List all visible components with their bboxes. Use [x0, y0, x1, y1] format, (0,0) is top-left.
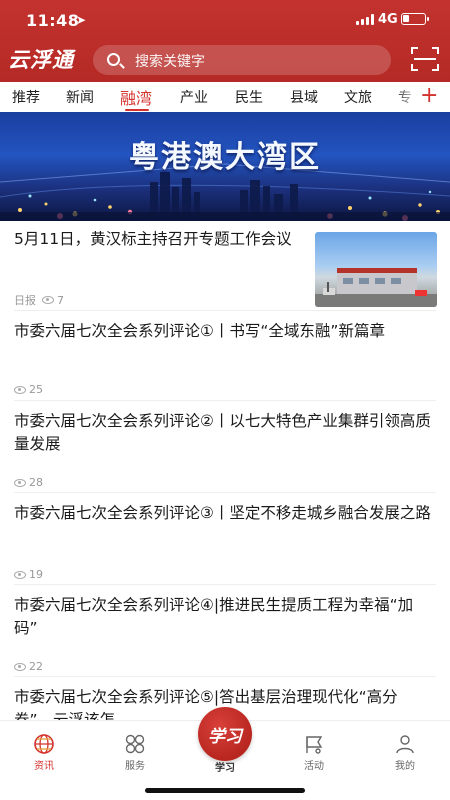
eye-icon	[14, 478, 26, 487]
channel-tabs: 推荐 新闻 融湾 产业 民生 县域 文旅 专 +	[0, 82, 450, 112]
nav-service[interactable]: 服务	[105, 733, 165, 772]
news-title: 市委六届七次全会系列评论②丨以七大特色产业集群引领高质量发展	[14, 412, 431, 453]
status-time: 11:48	[26, 11, 80, 30]
eye-icon	[14, 570, 26, 579]
nav-news[interactable]: 资讯	[14, 733, 74, 772]
eye-icon	[14, 385, 26, 394]
nav-activity[interactable]: 活动	[284, 733, 344, 772]
nav-study-label: 学习	[215, 763, 235, 774]
app-logo: 云浮通	[8, 48, 74, 72]
battery-icon	[401, 13, 429, 25]
news-item[interactable]: 市委六届七次全会系列评论③丨坚定不移走城乡融合发展之路 19	[0, 492, 450, 584]
news-meta: 25	[14, 383, 43, 396]
eye-icon	[14, 662, 26, 671]
news-item[interactable]: 市委六届七次全会系列评论②丨以七大特色产业集群引领高质量发展 28	[0, 400, 450, 492]
nav-activity-label: 活动	[304, 761, 324, 772]
tab-recommend[interactable]: 推荐	[12, 87, 40, 107]
tab-county[interactable]: 县域	[290, 87, 318, 107]
tab-culture-travel[interactable]: 文旅	[344, 87, 372, 107]
search-icon	[107, 53, 120, 66]
news-item[interactable]: 市委六届七次全会系列评论①丨书写“全域东融”新篇章 25	[0, 310, 450, 400]
add-channel-icon[interactable]: +	[420, 83, 438, 108]
view-count: 28	[29, 476, 43, 489]
activity-icon	[303, 733, 325, 755]
view-count: 25	[29, 383, 43, 396]
status-bar: 11:48 ➤ 4G	[0, 0, 450, 38]
news-title: 市委六届七次全会系列评论③丨坚定不移走城乡融合发展之路	[14, 504, 431, 522]
tab-industry[interactable]: 产业	[180, 87, 208, 107]
view-count: 22	[29, 660, 43, 673]
nav-service-label: 服务	[125, 761, 145, 772]
news-feed: 5月11日，黄汉标主持召开专题工作会议 日报 7 市委六届七次全会系列评论①丨书…	[0, 222, 450, 722]
search-placeholder: 搜索关键字	[135, 54, 205, 70]
search-bar[interactable]: 搜索关键字	[93, 45, 391, 75]
news-meta: 28	[14, 476, 43, 489]
globe-icon	[33, 733, 55, 755]
scan-icon[interactable]	[411, 47, 439, 71]
active-tab-indicator	[125, 109, 149, 111]
news-thumbnail	[315, 232, 437, 307]
study-button[interactable]: 学习	[198, 707, 252, 761]
home-indicator	[145, 788, 305, 793]
location-arrow-icon: ➤	[76, 13, 87, 27]
nav-news-label: 资讯	[34, 761, 54, 772]
news-meta: 19	[14, 568, 43, 581]
eye-icon	[42, 296, 54, 304]
news-title: 5月11日，黄汉标主持召开专题工作会议	[14, 230, 292, 248]
banner-title: 粤港澳大湾区	[129, 140, 321, 175]
network-type: 4G	[378, 12, 398, 27]
news-title: 市委六届七次全会系列评论①丨书写“全域东融”新篇章	[14, 322, 385, 340]
banner-greater-bay-area[interactable]: 粤港澳大湾区	[0, 112, 450, 221]
view-count: 19	[29, 568, 43, 581]
tab-livelihood[interactable]: 民生	[235, 87, 263, 107]
user-icon	[394, 733, 416, 755]
news-item[interactable]: 市委六届七次全会系列评论④|推进民生提质工程为幸福“加码” 22	[0, 584, 450, 676]
news-meta: 22	[14, 660, 43, 673]
tab-rongwan[interactable]: 融湾	[120, 85, 152, 109]
view-count: 7	[57, 293, 64, 307]
service-grid-icon	[124, 733, 146, 755]
app-header: 11:48 ➤ 4G 云浮通 搜索关键字	[0, 0, 450, 82]
news-item[interactable]: 5月11日，黄汉标主持召开专题工作会议 日报 7	[0, 222, 450, 310]
nav-mine[interactable]: 我的	[375, 733, 435, 772]
nav-mine-label: 我的	[395, 761, 415, 772]
signal-icon	[356, 14, 374, 25]
news-title: 市委六届七次全会系列评论④|推进民生提质工程为幸福“加码”	[14, 596, 414, 637]
tab-news[interactable]: 新闻	[66, 87, 94, 107]
news-source: 日报	[14, 294, 36, 307]
news-meta: 日报 7	[14, 292, 64, 308]
